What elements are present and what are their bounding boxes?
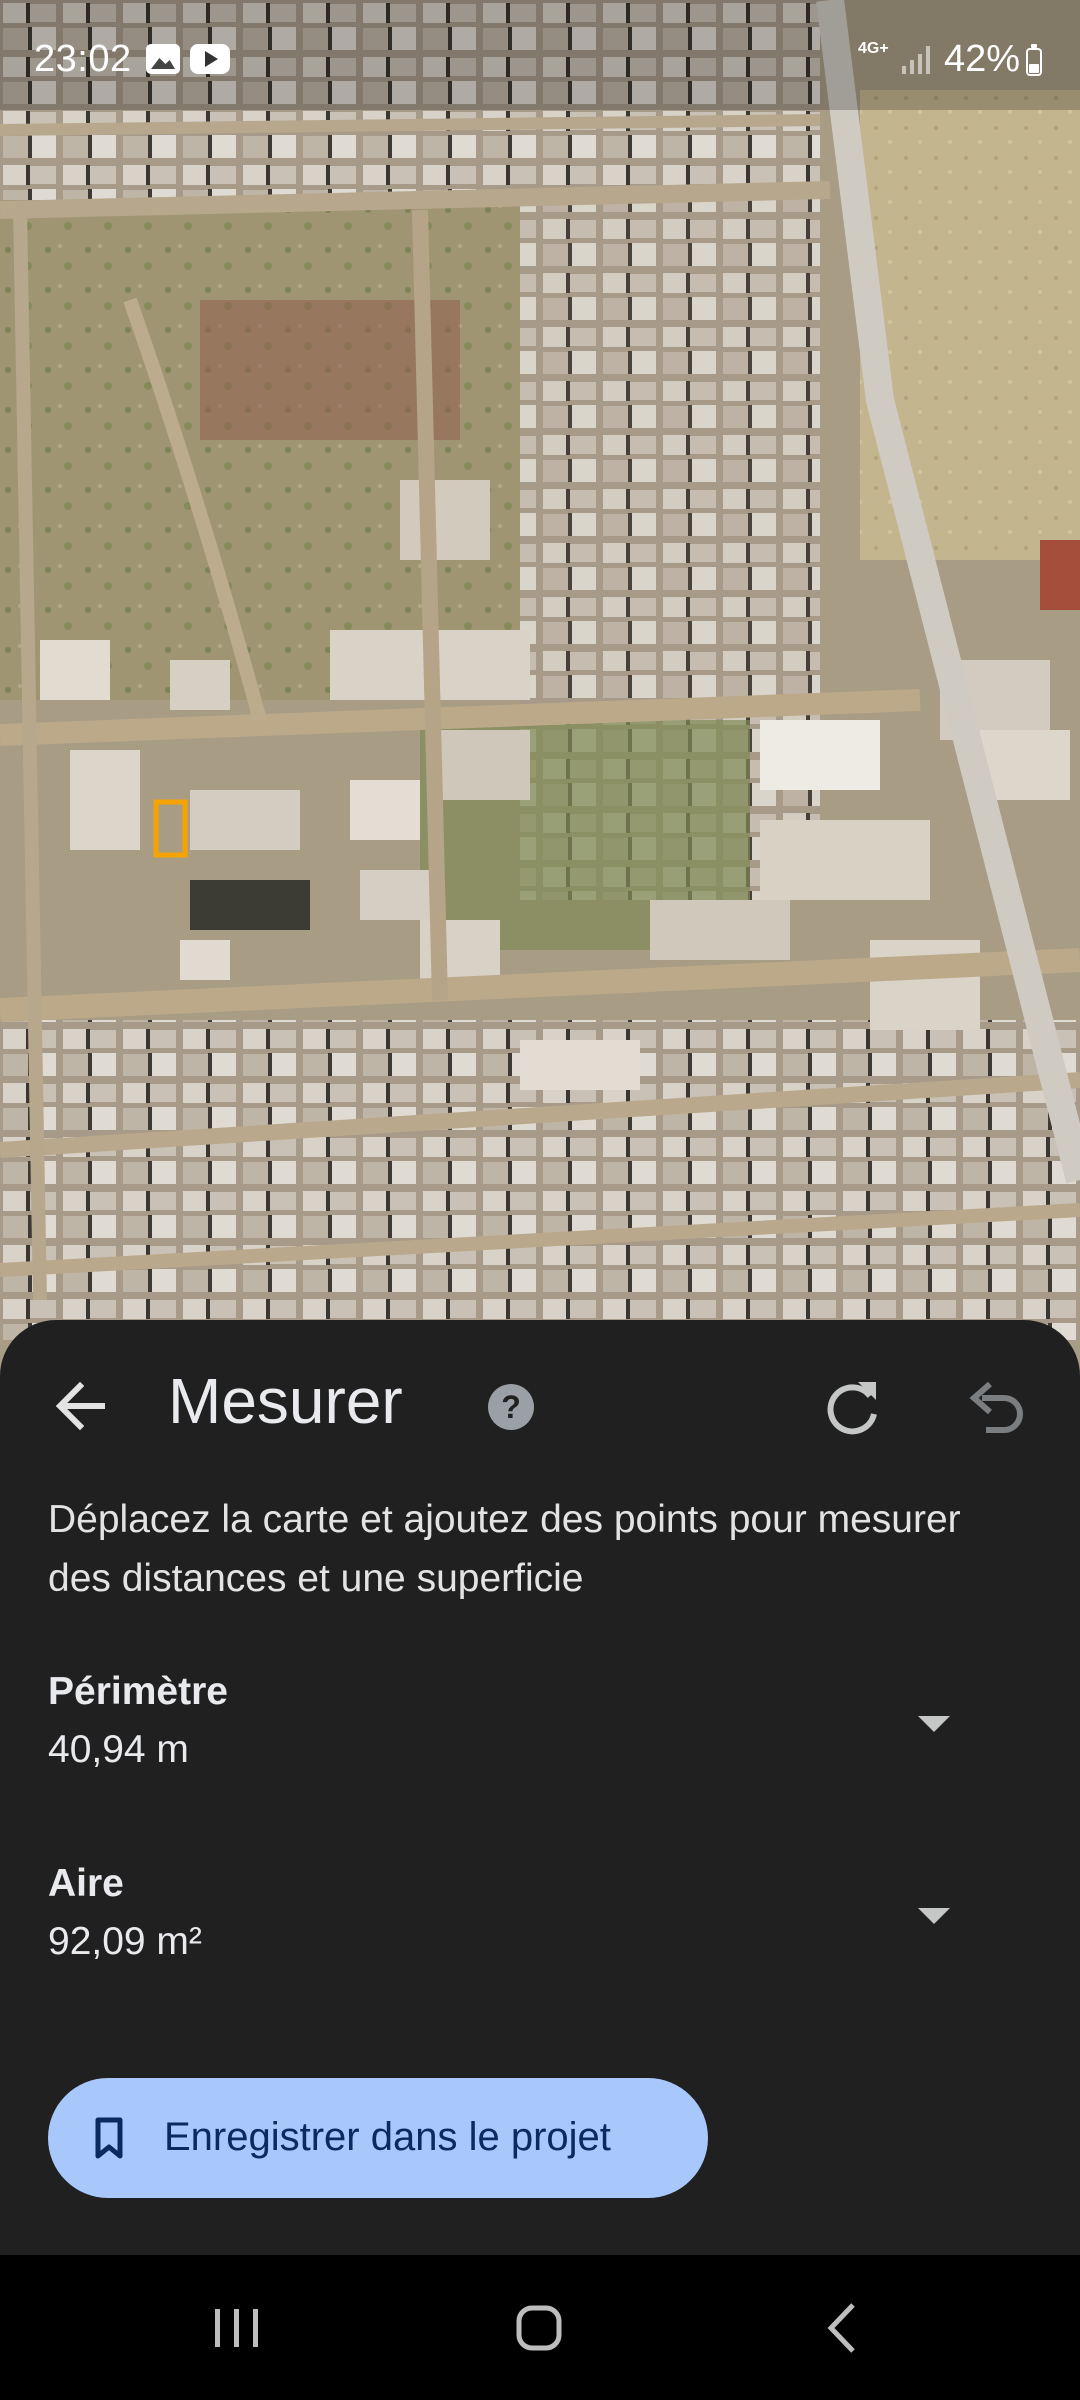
status-time: 23:02 [34, 38, 132, 80]
battery-percentage: 42% [944, 38, 1021, 80]
help-icon[interactable]: ? [488, 1384, 534, 1430]
area-value: 92,09 m² [48, 1920, 202, 1963]
gallery-icon [146, 44, 180, 74]
measure-panel-header: Mesurer ? [0, 1320, 1080, 1480]
youtube-icon [190, 44, 230, 74]
back-arrow-icon[interactable] [46, 1370, 118, 1442]
measure-panel: Mesurer ? Déplacez la carte et ajoutez d… [0, 1320, 1080, 2255]
area-label: Aire [48, 1862, 124, 1905]
screen: 23:02 4G+ 42% Mesurer ? Déplacez la cart… [0, 0, 1080, 2400]
save-to-project-button[interactable]: Enregistrer dans le projet [48, 2078, 708, 2198]
recents-icon[interactable] [192, 2283, 282, 2373]
area-row[interactable]: Aire 92,09 m² [0, 1862, 1080, 2012]
signal-icon [902, 46, 930, 74]
perimeter-label: Périmètre [48, 1670, 228, 1713]
save-button-label: Enregistrer dans le projet [164, 2115, 611, 2159]
undo-icon[interactable] [960, 1372, 1030, 1442]
battery-icon [1026, 44, 1042, 76]
perimeter-value: 40,94 m [48, 1728, 189, 1771]
back-icon[interactable] [798, 2283, 888, 2373]
satellite-map[interactable] [0, 0, 1080, 1400]
map-imagery [0, 0, 1080, 1400]
home-icon[interactable] [494, 2283, 584, 2373]
redo-icon[interactable] [818, 1372, 888, 1442]
bookmark-icon [95, 2117, 123, 2159]
area-unit-dropdown-icon[interactable] [918, 1908, 950, 1924]
network-type: 4G+ [858, 40, 889, 57]
navigation-bar [0, 2255, 1080, 2400]
status-bar: 23:02 4G+ 42% [0, 0, 1080, 120]
page-title: Mesurer [168, 1365, 403, 1437]
perimeter-unit-dropdown-icon[interactable] [918, 1716, 950, 1732]
instructions-text: Déplacez la carte et ajoutez des points … [48, 1498, 961, 1600]
perimeter-row[interactable]: Périmètre 40,94 m [0, 1670, 1080, 1820]
